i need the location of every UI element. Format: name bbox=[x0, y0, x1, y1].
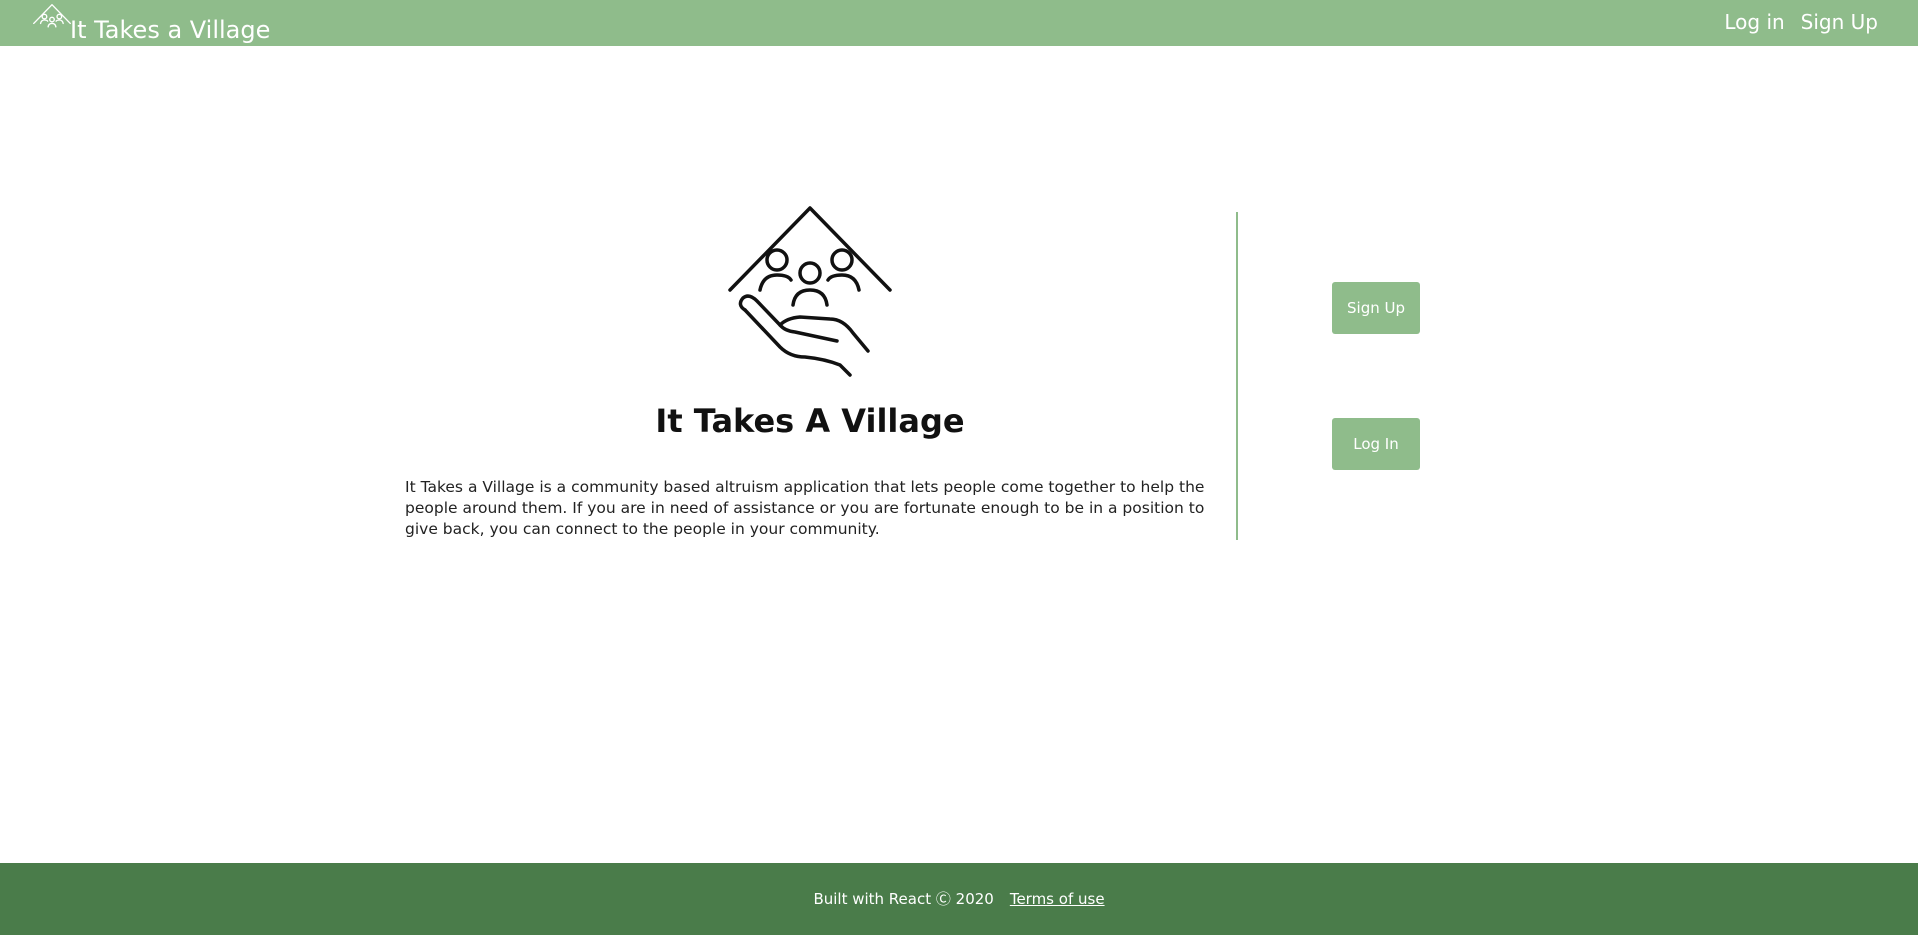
hero-description: It Takes a Village is a community based … bbox=[405, 478, 1205, 538]
hero-title: It Takes A Village bbox=[655, 402, 965, 440]
top-navbar: It Takes a Village Log in Sign Up bbox=[0, 0, 1918, 46]
brand-home-link[interactable]: It Takes a Village bbox=[32, 0, 270, 46]
nav-signup-link[interactable]: Sign Up bbox=[1801, 10, 1878, 34]
page-footer: Built with React Ⓒ 2020 Terms of use bbox=[0, 863, 1918, 935]
login-button[interactable]: Log In bbox=[1332, 418, 1420, 470]
nav-links: Log in Sign Up bbox=[1724, 10, 1878, 34]
signup-button[interactable]: Sign Up bbox=[1332, 282, 1420, 334]
brand-name: It Takes a Village bbox=[70, 16, 271, 44]
village-hand-icon bbox=[728, 206, 892, 377]
terms-of-use-link[interactable]: Terms of use bbox=[1010, 890, 1105, 908]
footer-built-with: Built with React Ⓒ 2020 bbox=[813, 890, 994, 908]
village-hand-icon bbox=[33, 4, 71, 28]
vertical-divider bbox=[1236, 212, 1238, 540]
footer-content: Built with React Ⓒ 2020 Terms of use bbox=[0, 888, 1918, 909]
nav-login-link[interactable]: Log in bbox=[1724, 10, 1784, 34]
